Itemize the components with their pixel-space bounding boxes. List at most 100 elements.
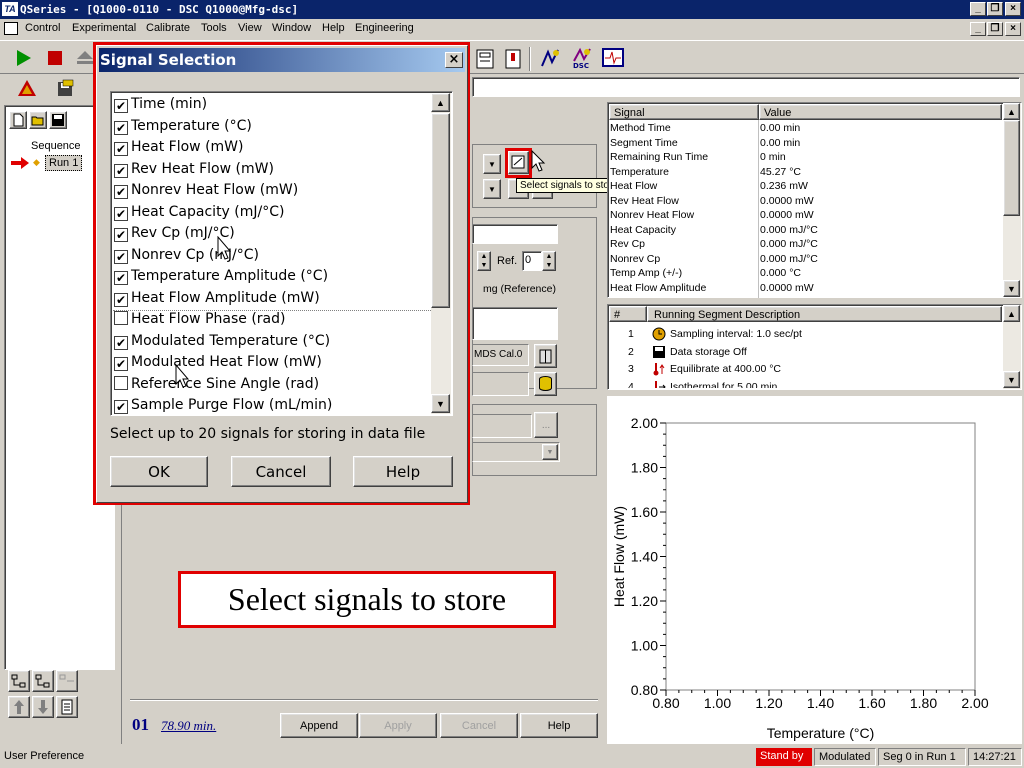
menu-help[interactable]: Help [322,22,345,34]
signal-option[interactable]: ✔ Sample Purge Flow (mL/min) [114,394,332,416]
scroll-down-icon[interactable]: ▼ [1003,280,1020,297]
menu-tools[interactable]: Tools [201,22,227,34]
insert-after-icon[interactable] [32,670,54,692]
restore-icon[interactable]: ❐ [987,2,1003,16]
checkbox-checked-icon[interactable]: ✔ [114,142,128,156]
ref-pan-spinner[interactable]: ▲ ▼ [542,251,556,271]
cancel-button[interactable]: Cancel [231,456,331,487]
checkbox-checked-icon[interactable]: ✔ [114,206,128,221]
checkbox-checked-icon[interactable]: ✔ [114,292,128,307]
command-field[interactable] [472,77,1020,97]
signal-option[interactable]: Reference Sine Angle (rad) [114,373,319,395]
signal-option[interactable]: ✔ Nonrev Heat Flow (mW) [114,179,298,201]
mdi-minimize-icon[interactable]: _ [970,22,986,36]
signal-option[interactable]: Heat Flow Phase (rad) [114,308,285,330]
ref-pan-field[interactable]: 0 [522,251,542,271]
signal-option[interactable]: ✔ Heat Flow (mW) [114,136,243,158]
scroll-up-icon[interactable]: ▲ [431,93,450,112]
sequence-button-group [4,668,82,724]
scroll-thumb[interactable] [1003,120,1020,216]
append-button[interactable]: Append [280,713,358,738]
checkbox-checked-icon[interactable]: ✔ [114,357,128,371]
sequence-run-item[interactable]: Run 1 [45,155,83,171]
open-icon[interactable] [29,111,47,129]
checkbox-checked-icon[interactable]: ✔ [114,228,128,242]
signal-option[interactable]: ✔ Time (min) [114,93,207,115]
scroll-up-icon[interactable]: ▲ [1003,103,1020,120]
menu-experimental[interactable]: Experimental [72,22,136,34]
signal-option[interactable]: ✔ Modulated Temperature (°C) [114,330,330,352]
checkbox-checked-icon[interactable]: ✔ [114,335,128,350]
checkbox-unchecked-icon[interactable] [114,311,128,325]
scroll-down-icon[interactable]: ▼ [1003,371,1020,388]
scroll-down-icon[interactable]: ▼ [431,394,450,413]
save-icon[interactable] [49,111,67,129]
ok-button[interactable]: OK [110,456,208,487]
scroll-up-icon[interactable]: ▲ [1003,305,1020,322]
value-col-header[interactable]: Value [759,104,1002,120]
instrument-icon[interactable] [474,48,496,70]
document-icon[interactable] [4,22,18,35]
mdi-restore-icon[interactable]: ❐ [987,22,1003,36]
scroll-thumb[interactable] [431,113,450,308]
warning-icon[interactable] [16,77,38,99]
form-help-button[interactable]: Help [520,713,598,738]
signal-table-scrollbar[interactable]: ▲ ▼ [1003,103,1021,297]
signal-option[interactable]: ✔ Rev Heat Flow (mW) [114,158,274,180]
menu-view[interactable]: View [238,22,262,34]
menu-control[interactable]: Control [25,22,60,34]
checkbox-checked-icon[interactable]: ✔ [114,400,128,414]
sample-pan-spinner[interactable]: ▲ ▼ [477,251,491,271]
stop-icon[interactable] [44,47,66,69]
checkbox-checked-icon[interactable]: ✔ [114,271,128,285]
method-dropdown-button[interactable]: ▼ [483,154,501,174]
checkbox-checked-icon[interactable]: ✔ [114,185,128,199]
checkbox-checked-icon[interactable]: ✔ [114,163,128,178]
signal-option[interactable]: ✔ Modulated Heat Flow (mW) [114,351,322,373]
analysis-icon[interactable] [539,47,561,69]
procedure-dropdown-button[interactable]: ▼ [483,179,501,199]
checkbox-unchecked-icon[interactable] [114,375,128,390]
browse-button[interactable]: ... [534,412,558,438]
insert-before-icon[interactable] [8,670,30,692]
signal-option[interactable]: ✔ Heat Capacity (mJ/°C) [114,201,284,223]
seg-number-header[interactable]: # [609,306,647,322]
new-icon[interactable] [9,111,27,129]
signal-option[interactable]: ✔ Heat Flow Amplitude (mW) [114,287,320,309]
notebook-icon[interactable] [502,48,524,70]
calibration-book-icon[interactable] [534,344,557,368]
signal-option[interactable]: ✔ Nonrev Cp (mJ/°C) [114,244,259,266]
signal-col-header[interactable]: Signal [609,104,759,120]
menu-calibrate[interactable]: Calibrate [146,22,190,34]
help-button[interactable]: Help [353,456,453,487]
move-icon[interactable] [56,670,78,692]
seg-desc-header[interactable]: Running Segment Description [647,306,1002,322]
signal-plot-icon[interactable] [602,47,624,69]
checkbox-checked-icon[interactable]: ✔ [114,99,128,113]
checkbox-checked-icon[interactable]: ✔ [114,120,128,135]
move-down-icon[interactable] [32,696,54,718]
signal-option[interactable]: ✔ Temperature Amplitude (°C) [114,265,328,287]
signal-list-scrollbar[interactable]: ▲ ▼ [431,93,451,414]
run-time-link[interactable]: 78.90 min. [161,718,216,734]
start-icon[interactable] [12,47,34,69]
mdi-close-icon[interactable]: × [1005,22,1021,36]
signal-option[interactable]: ✔ Temperature (°C) [114,115,252,137]
segment-table-scrollbar[interactable]: ▲ ▼ [1003,305,1021,389]
move-up-icon[interactable] [8,696,30,718]
sample-name-field[interactable] [472,224,558,244]
menu-engineering[interactable]: Engineering [355,22,414,34]
minimize-icon[interactable]: _ [970,2,986,16]
database-icon[interactable] [534,372,557,396]
menu-window[interactable]: Window [272,22,311,34]
mode-dropdown-button[interactable]: ▼ [542,444,558,460]
dialog-close-icon[interactable]: × [445,52,463,68]
close-icon[interactable]: × [1005,2,1021,16]
dsc-analysis-icon[interactable]: DSC [571,47,593,69]
checkbox-checked-icon[interactable]: ✔ [114,249,128,264]
save-method-icon[interactable] [55,77,77,99]
properties-icon[interactable] [56,696,78,718]
apply-button[interactable]: Apply [359,713,437,738]
comment-field[interactable] [472,307,558,340]
form-cancel-button[interactable]: Cancel [440,713,518,738]
